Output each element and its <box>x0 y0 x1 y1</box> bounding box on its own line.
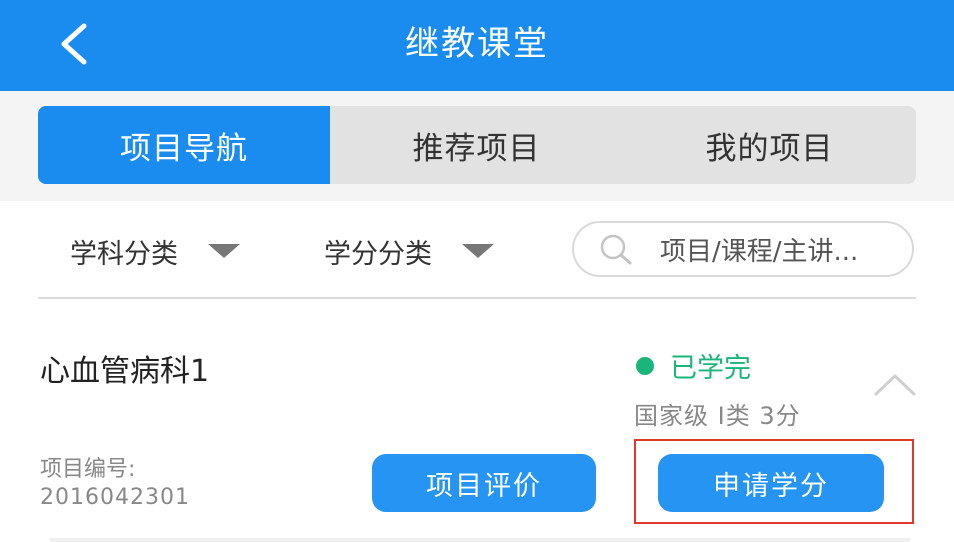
app-header: 继教课堂 <box>0 0 954 91</box>
status-label: 已学完 <box>670 353 751 384</box>
chevron-up-icon[interactable] <box>870 366 920 402</box>
status-badge: 已学完 <box>636 346 751 385</box>
tab-bar: 项目导航 推荐项目 我的项目 <box>38 106 916 184</box>
project-title: 心血管病科1 <box>40 354 210 389</box>
credit-category-dropdown[interactable]: 学分分类 <box>324 229 494 273</box>
divider <box>38 297 916 299</box>
filter-bar: 学科分类 学分分类 项目/课程/主讲... <box>0 201 954 299</box>
highlight-box <box>634 439 914 524</box>
project-meta: 国家级 I类 3分 <box>634 402 801 430</box>
search-input[interactable]: 项目/课程/主讲... <box>572 221 914 277</box>
tab-project-navigation[interactable]: 项目导航 <box>38 106 330 184</box>
subject-category-dropdown[interactable]: 学科分类 <box>70 229 240 273</box>
dropdown-triangle-icon <box>208 244 240 258</box>
credit-category-label: 学分分类 <box>324 238 432 270</box>
dropdown-triangle-icon <box>462 244 494 258</box>
tab-recommended-projects[interactable]: 推荐项目 <box>330 106 623 184</box>
evaluate-project-button[interactable]: 项目评价 <box>372 454 596 512</box>
project-code-label: 项目编号: <box>40 457 136 482</box>
tab-my-projects[interactable]: 我的项目 <box>623 106 916 184</box>
status-dot-icon <box>636 356 654 375</box>
project-code-value: 2016042301 <box>40 485 190 510</box>
search-icon <box>600 234 632 265</box>
card-bottom-divider <box>50 538 910 542</box>
page-title: 继教课堂 <box>405 24 549 64</box>
search-placeholder: 项目/课程/主讲... <box>660 236 859 267</box>
subject-category-label: 学科分类 <box>70 238 178 270</box>
